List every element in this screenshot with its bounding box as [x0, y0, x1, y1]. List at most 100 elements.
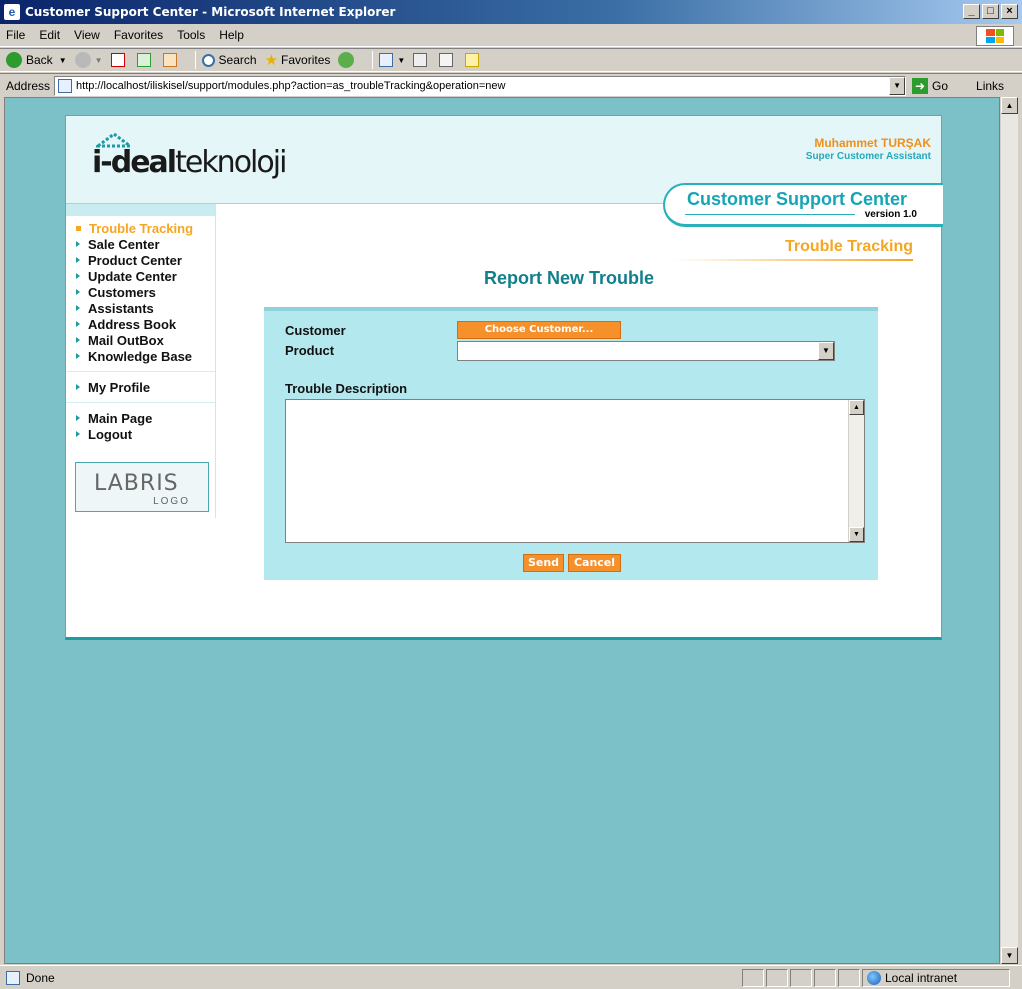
scroll-up-icon[interactable]: ▲ [849, 400, 864, 415]
browser-viewport: i-deal teknoloji Muhammet TURŞAK Super C… [4, 97, 1000, 964]
sidebar-item-label: Product Center [88, 252, 182, 268]
bullet-icon [76, 415, 80, 421]
product-label: Product [285, 343, 335, 358]
sidebar-item-label: Customers [88, 284, 156, 300]
sidebar-item-trouble-tracking[interactable]: Trouble Tracking [76, 220, 215, 236]
page-scrollbar[interactable]: ▲ ▼ [1000, 97, 1018, 964]
bullet-icon [76, 305, 80, 311]
window-controls: _ □ × [963, 4, 1018, 19]
app-title-underline [685, 214, 855, 215]
status-cell [838, 968, 860, 987]
sidebar-item-label: Sale Center [88, 236, 160, 252]
cancel-button[interactable]: Cancel [568, 554, 621, 572]
back-button[interactable]: Back ▼ [6, 52, 67, 68]
forward-arrow-icon [74, 52, 91, 68]
maximize-button[interactable]: □ [982, 4, 999, 19]
textarea-scrollbar[interactable]: ▲ ▼ [848, 400, 864, 542]
go-button[interactable]: ➜ Go [912, 77, 948, 94]
section-underline [673, 259, 913, 261]
menu-help[interactable]: Help [219, 28, 244, 42]
sidebar-profile-nav: My Profile [66, 379, 215, 395]
menu-bar: File Edit View Favorites Tools Help [0, 24, 1022, 47]
menu-view[interactable]: View [74, 28, 100, 42]
scroll-down-icon[interactable]: ▼ [1001, 947, 1018, 964]
mail-button[interactable]: ▼ [379, 53, 405, 67]
section-title: Trouble Tracking [784, 238, 913, 255]
bullet-icon [76, 337, 80, 343]
send-button[interactable]: Send [523, 554, 564, 572]
sidebar-item-main-page[interactable]: Main Page [76, 410, 215, 426]
labris-logo-top: LABRIS [94, 471, 179, 496]
history-button[interactable] [338, 52, 358, 68]
app-title-badge: Customer Support Center version 1.0 [663, 183, 943, 227]
edit-button[interactable] [439, 53, 457, 67]
app-version: version 1.0 [864, 209, 917, 220]
stop-button[interactable] [110, 53, 129, 67]
refresh-button[interactable] [136, 53, 155, 67]
back-arrow-icon [6, 52, 22, 68]
toolbar-separator [372, 51, 374, 69]
security-zone-label: Local intranet [885, 970, 958, 985]
product-select[interactable]: ▼ [457, 341, 835, 361]
menu-tools[interactable]: Tools [177, 28, 205, 42]
app-title: Customer Support Center [687, 189, 908, 209]
scroll-up-icon[interactable]: ▲ [1001, 97, 1018, 114]
sidebar-item-mail-outbox[interactable]: Mail OutBox [76, 332, 215, 348]
search-button[interactable]: Search [201, 53, 257, 67]
sidebar-item-knowledge-base[interactable]: Knowledge Base [76, 348, 215, 364]
sidebar-item-product-center[interactable]: Product Center [76, 252, 215, 268]
bullet-icon [76, 321, 80, 327]
menu-edit[interactable]: Edit [39, 28, 60, 42]
bullet-icon [76, 353, 80, 359]
sidebar-item-my-profile[interactable]: My Profile [76, 379, 215, 395]
menu-favorites[interactable]: Favorites [114, 28, 163, 42]
scroll-down-icon[interactable]: ▼ [849, 527, 864, 542]
close-button[interactable]: × [1001, 4, 1018, 19]
trouble-description-textarea[interactable]: ▲ ▼ [285, 399, 865, 543]
sidebar-item-sale-center[interactable]: Sale Center [76, 236, 215, 252]
status-cell [790, 968, 812, 987]
window-title-bar: e Customer Support Center - Microsoft In… [0, 0, 1022, 24]
sidebar-item-label: Update Center [88, 268, 177, 284]
chevron-down-icon[interactable]: ▼ [818, 342, 834, 360]
mail-dropdown-icon[interactable]: ▼ [397, 56, 405, 65]
search-icon [201, 53, 215, 67]
labris-logo-bottom: LOGO [153, 496, 190, 507]
report-trouble-form: Customer Choose Customer... Product ▼ Tr… [264, 307, 878, 580]
sidebar-strip [66, 204, 215, 216]
logo-text-regular: teknoloji [175, 145, 287, 180]
sidebar-item-label: Address Book [88, 316, 177, 332]
refresh-icon [136, 53, 151, 67]
toolbar: Back ▼ ▼ Search ★ Favorites ▼ [0, 48, 1022, 72]
address-dropdown-icon[interactable]: ▼ [889, 76, 906, 95]
links-button[interactable]: Links [976, 79, 1004, 93]
choose-customer-button[interactable]: Choose Customer... [457, 321, 621, 339]
star-icon: ★ [264, 52, 279, 69]
sidebar-item-logout[interactable]: Logout [76, 426, 215, 442]
roof-icon [96, 132, 132, 148]
sidebar-item-customers[interactable]: Customers [76, 284, 215, 300]
sidebar-divider [66, 371, 215, 372]
discuss-button[interactable] [465, 53, 483, 67]
address-input[interactable]: http://localhost/iliskisel/support/modul… [54, 75, 907, 96]
sidebar-item-assistants[interactable]: Assistants [76, 300, 215, 316]
sidebar-item-update-center[interactable]: Update Center [76, 268, 215, 284]
sidebar: Trouble Tracking Sale Center Product Cen… [66, 204, 216, 518]
print-button[interactable] [413, 53, 431, 67]
status-cell [742, 968, 764, 987]
sidebar-item-address-book[interactable]: Address Book [76, 316, 215, 332]
back-dropdown-icon[interactable]: ▼ [59, 56, 67, 65]
customer-label: Customer [285, 323, 346, 338]
home-button[interactable] [162, 53, 181, 67]
favorites-button[interactable]: ★ Favorites [265, 51, 331, 69]
bullet-icon [76, 384, 80, 390]
forward-button[interactable]: ▼ [74, 52, 103, 68]
page-icon [58, 78, 73, 93]
ie-icon: e [4, 4, 20, 20]
minimize-button[interactable]: _ [963, 4, 980, 19]
forward-dropdown-icon[interactable]: ▼ [95, 56, 103, 65]
labris-logo-badge[interactable]: LABRIS LOGO [75, 462, 209, 512]
bullet-icon [76, 257, 80, 263]
back-label: Back [26, 53, 53, 67]
menu-file[interactable]: File [6, 28, 25, 42]
